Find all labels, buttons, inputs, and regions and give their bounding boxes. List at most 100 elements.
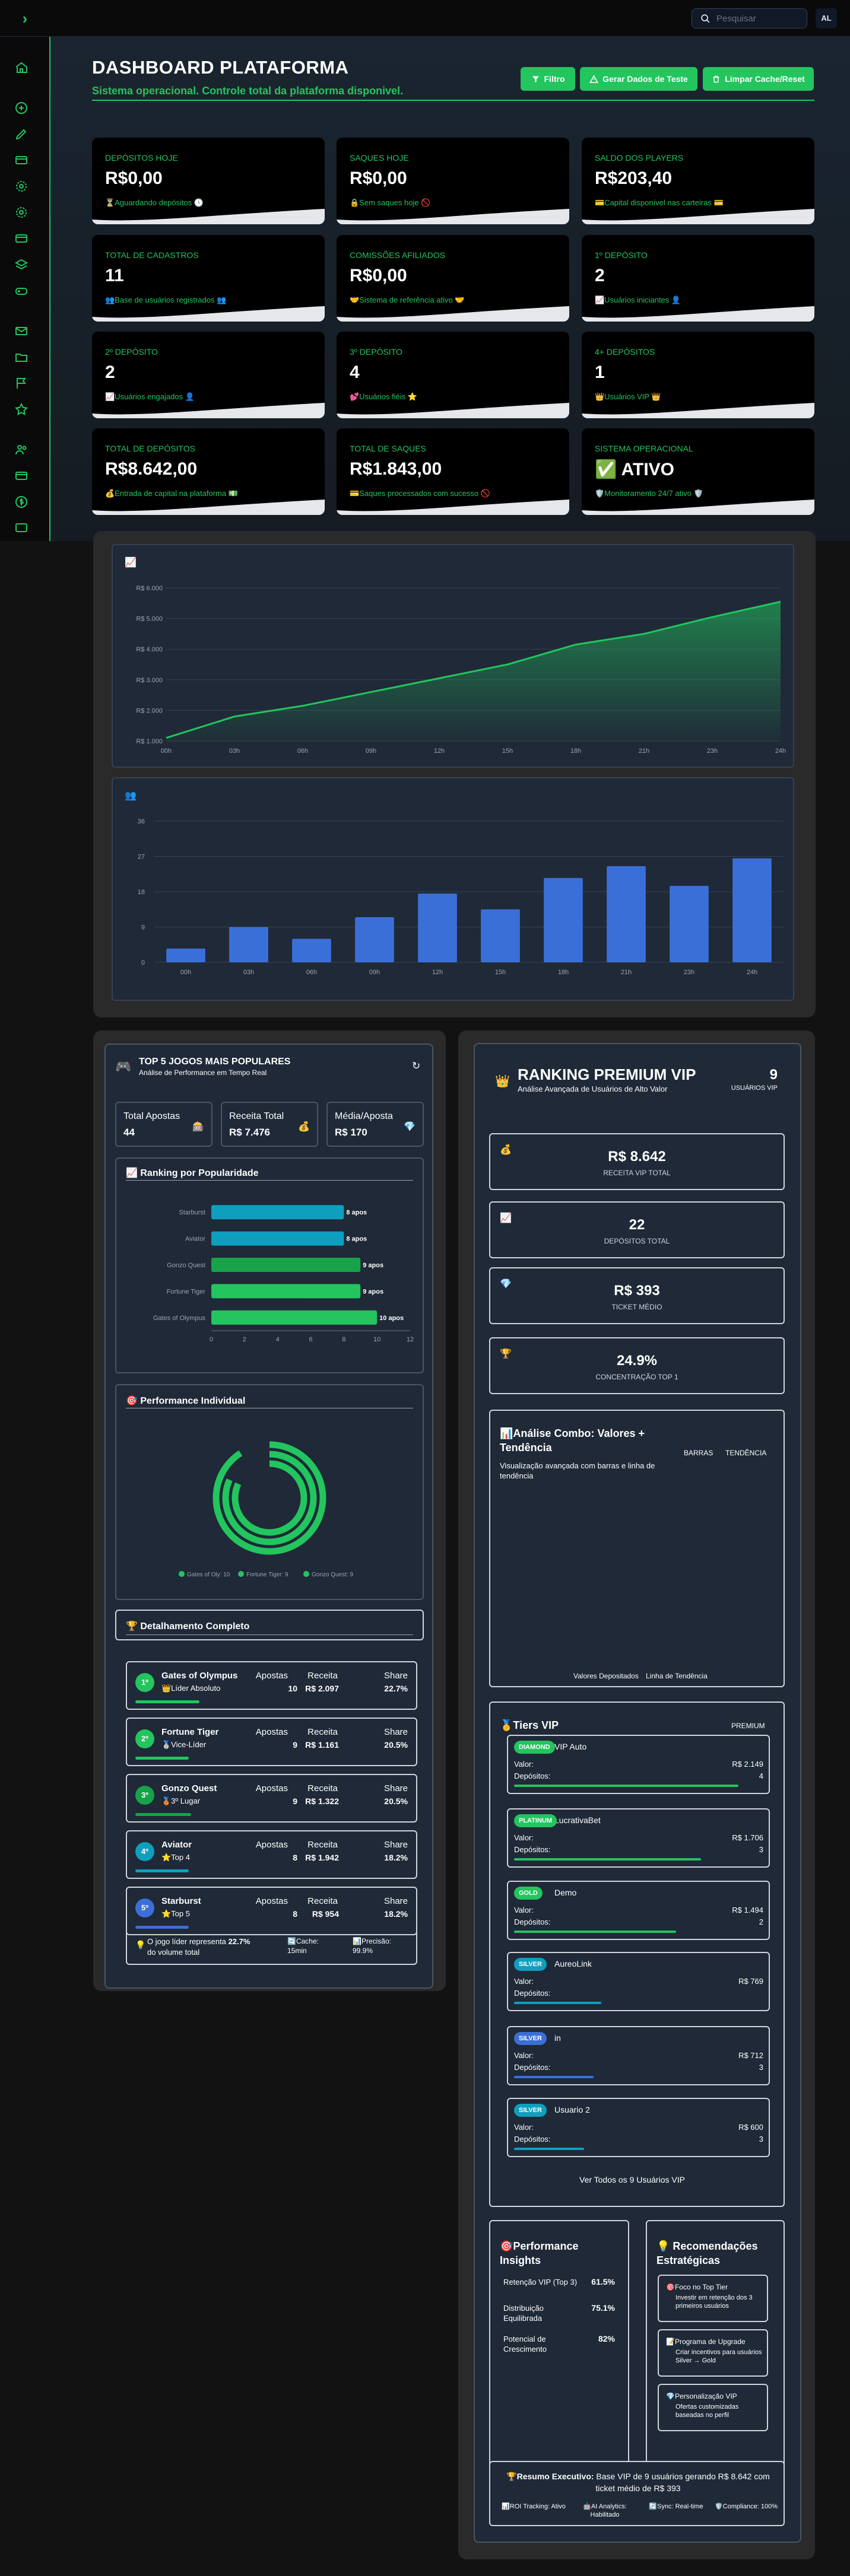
game-row[interactable]: 2º Fortune Tiger 🥈Vice-Líder Apostas Receita… [126, 1718, 417, 1766]
tier-badge: SILVER [514, 1958, 547, 1971]
y-tick-label: R$ 6.000 [136, 585, 163, 592]
stat-card: SAQUES HOJE R$0,00 🔒Sem saques hoje 🚫 [337, 138, 569, 224]
recommendation-card[interactable]: 📝Programa de Upgrade Criar incentivos par… [658, 2329, 768, 2377]
tab-bars[interactable]: BARRAS [684, 1449, 713, 1457]
col-header: Share [383, 1840, 408, 1850]
popularity-bar-chart: Starburst 8 apos Aviator 8 apos Gonzo Quest 9… [153, 1205, 414, 1343]
ranking-bar [211, 1231, 344, 1246]
tier-user-name: Usuario 2 [554, 2105, 590, 2114]
tier-value: R$ 1.706 [732, 1833, 763, 1842]
stat-card: TOTAL DE SAQUES R$1.843,00 💳Saques process… [337, 428, 569, 515]
tier-value-row: Valor: R$ 769 [514, 1977, 763, 1986]
recommendation-card[interactable]: 🎯Foco no Top Tier Investir em retenção do… [658, 2275, 768, 2322]
summary-value: 44 [123, 1127, 135, 1138]
tier-user-name: VIP Auto [554, 1742, 587, 1751]
sidebar-toggle-chevron-icon[interactable]: › [12, 8, 38, 28]
legend-dot [238, 1571, 244, 1577]
tab-trend[interactable]: TENDÊNCIA [725, 1449, 766, 1457]
summary-label: Total Apostas [123, 1111, 180, 1121]
x-tick-label: 4 [276, 1336, 280, 1343]
users-bar-chart: 👥 36 27 18 9 0 00h 03h 06h 09h 12h 15h 18h 21h 23h 24h [112, 777, 794, 1001]
flag-icon[interactable] [14, 376, 28, 390]
recommendation-card[interactable]: 💎Personalização VIP Ofertas customizadas … [658, 2384, 768, 2431]
y-tick-label: 0 [141, 959, 145, 966]
card-wave-decoration [582, 209, 814, 224]
stat-card-value: R$8.642,00 [105, 459, 198, 479]
game-row[interactable]: 1º Gates of Olympus 👑Líder Absoluto Apostas… [126, 1661, 417, 1710]
tier-card[interactable]: LucrativaBet PLATINUM Valor: R$ 1.706 Depósi… [507, 1808, 770, 1868]
x-tick-label: 12 [407, 1336, 414, 1343]
recommendation-title: 📝Programa de Upgrade [666, 2338, 746, 2346]
view-all-vip-link[interactable]: Ver Todos os 9 Usuários VIP [579, 2175, 685, 2184]
tier-progress-bar [514, 2148, 584, 2150]
tier-card[interactable]: AureoLink SILVER Valor: R$ 769 Depósitos: [507, 1952, 770, 2011]
card-wave-decoration [337, 500, 569, 515]
game-bets: 9 [293, 1740, 297, 1750]
mail-icon[interactable] [14, 324, 28, 338]
performance-title: 🎯 Performance Individual [126, 1396, 246, 1406]
summary-value: R$ 7.476 [229, 1127, 270, 1138]
clear-cache-button[interactable]: Limpar Cache/Reset [703, 67, 814, 91]
game-row[interactable]: 4º Aviator ⭐Top 4 Apostas Receita Share 8 R$ 1.… [126, 1830, 417, 1879]
recommendation-title: 💎Personalização VIP [666, 2392, 737, 2400]
y-tick-label: 18 [138, 889, 145, 896]
legend-label: Fortune Tiger: 9 [246, 1572, 288, 1578]
game-name: Starburst [161, 1896, 201, 1906]
settings-icon[interactable] [14, 205, 28, 220]
user-avatar[interactable]: AL [816, 8, 837, 28]
generate-test-data-button[interactable]: Gerar Dados de Teste [580, 67, 697, 91]
dollar-icon[interactable] [14, 495, 28, 509]
game-row[interactable]: 5º Starburst ⭐Top 5 Apostas Receita Share 8 R$ … [126, 1887, 417, 1935]
star-icon[interactable] [14, 402, 28, 416]
x-tick-label: 09h [369, 969, 380, 976]
legend-dot [179, 1571, 185, 1577]
tier-card[interactable]: in SILVER Valor: R$ 712 Depósitos: 3 [507, 2026, 770, 2085]
footer-text-post: do volume total [147, 1948, 200, 1957]
search-box[interactable] [692, 8, 807, 28]
tier-card[interactable]: VIP Auto DIAMOND Valor: R$ 2.149 Depósitos: 4 [507, 1735, 770, 1794]
money-bag-icon: 💰 [298, 1122, 310, 1132]
wallet-icon[interactable] [14, 231, 28, 246]
x-tick-label: 12h [434, 748, 445, 755]
col-header: Apostas [255, 1671, 288, 1681]
stat-card-value: R$0,00 [350, 266, 407, 285]
bar [166, 948, 205, 962]
pencil-icon[interactable] [14, 127, 28, 141]
summary-value: R$ 170 [335, 1127, 367, 1138]
performance-individual-panel: 🎯 Performance Individual Gates of Oly: 1… [115, 1384, 424, 1600]
x-tick-label: 18h [558, 969, 569, 976]
refresh-icon[interactable]: ↻ [412, 1060, 420, 1072]
tier-user-name: Demo [554, 1888, 577, 1897]
search-input[interactable] [716, 13, 800, 24]
stat-card: 4+ DEPÓSITOS 1 👑Usuários VIP 👑 [582, 332, 814, 418]
chat-icon[interactable] [14, 521, 28, 535]
wave-shape [337, 403, 569, 418]
footer-text-pre: O jogo líder representa [147, 1937, 229, 1946]
card-icon[interactable] [14, 153, 28, 167]
bar [732, 858, 772, 962]
stat-card-label: COMISSÕES AFILIADOS [350, 250, 446, 260]
y-tick-label: 36 [138, 818, 145, 825]
home-icon[interactable] [14, 61, 28, 75]
tier-card[interactable]: Demo GOLD Valor: R$ 1.494 Depósitos: 2 [507, 1881, 770, 1940]
summary-item: 🔄Sync: Real-time [649, 2503, 703, 2510]
metric-label: DEPÓSITOS TOTAL [604, 1237, 670, 1245]
plus-circle-icon[interactable] [14, 101, 28, 115]
card-wave-decoration [582, 403, 814, 418]
metric-value: 22 [629, 1217, 645, 1233]
filter-button[interactable]: Filtro [521, 67, 575, 91]
tier-card[interactable]: Usuario 2 SILVER Valor: R$ 600 Depósitos: 3 [507, 2098, 770, 2157]
legend-label: Gonzo Quest: 9 [312, 1572, 353, 1578]
wave-shape [582, 209, 814, 224]
gamepad-icon[interactable] [14, 284, 28, 298]
folder-icon[interactable] [14, 350, 28, 364]
users-icon[interactable] [14, 443, 28, 457]
rank-badge: 1º [135, 1673, 154, 1692]
layers-icon[interactable] [14, 257, 28, 272]
game-row[interactable]: 3º Gonzo Quest 🥉3º Lugar Apostas Receita Shar… [126, 1774, 417, 1823]
payments-icon[interactable] [14, 469, 28, 483]
insight-label: Retenção VIP (Top 3) [503, 2278, 578, 2286]
tier-deposits-row: Depósitos: 2 [514, 1917, 763, 1926]
gear-icon[interactable] [14, 179, 28, 193]
stat-card: 1º DEPÓSITO 2 📈Usuários iniciantes 👤 [582, 235, 814, 322]
